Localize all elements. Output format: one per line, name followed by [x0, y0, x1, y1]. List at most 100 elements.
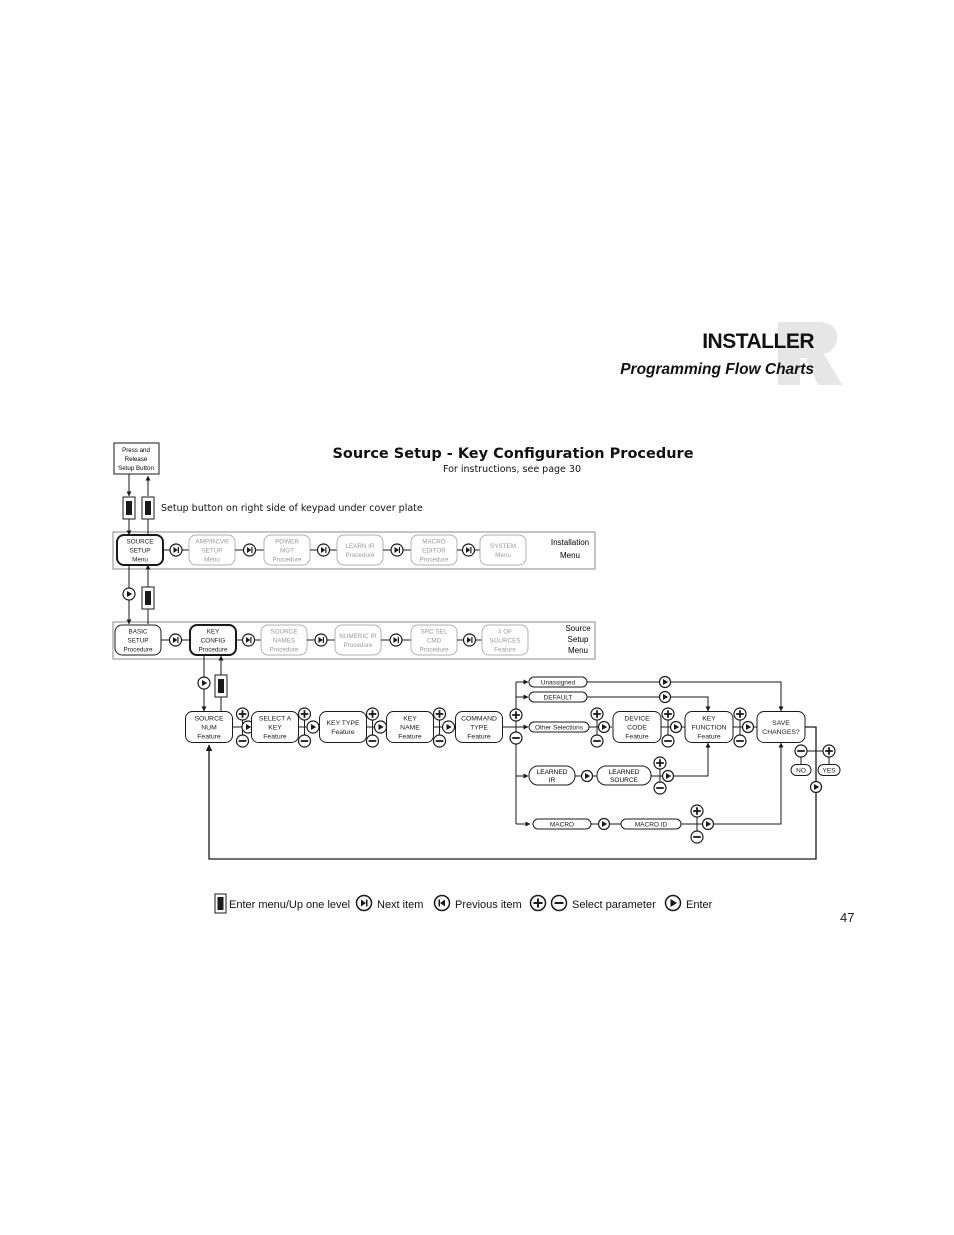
flow-box-label: Procedure — [343, 642, 373, 649]
next-item-icon — [169, 543, 183, 557]
flow-box-label: Procedure — [419, 556, 449, 563]
flow-box-label: Procedure — [269, 646, 299, 653]
legend-label: Select parameter — [572, 899, 656, 911]
menu-item-source: SOURCE SETUP Menu — [116, 534, 164, 566]
flow-box-label: Feature — [697, 733, 721, 740]
feature-source-num-feature: SOURCE NUM Feature — [185, 711, 233, 743]
option-label: LEARNED — [609, 769, 640, 776]
feature-device-code: DEVICE CODE Feature — [612, 711, 662, 743]
feature-key-function: KEY FUNCTION Feature — [684, 711, 734, 743]
option-default: DEFAULT — [528, 691, 588, 703]
plus-icon — [365, 707, 380, 721]
no-option: NO — [790, 764, 812, 776]
flow-box-label: KEY — [403, 715, 417, 722]
flow-box-label: KEY — [268, 724, 282, 731]
next-item-icon — [390, 543, 404, 557]
flow-box-label: CHANGES? — [762, 729, 800, 736]
enter-icon — [597, 720, 611, 734]
enter-icon — [441, 720, 456, 734]
option-label: YES — [822, 767, 836, 774]
enter-icon — [658, 675, 672, 689]
menu-item-learn-ir: LEARN IR Procedure — [336, 534, 384, 566]
flow-box-label: CODE — [627, 724, 647, 731]
enter-icon — [597, 817, 611, 831]
source-setup-menu-label: Setup — [568, 635, 589, 644]
minus-icon — [690, 830, 704, 844]
option-learned-source: LEARNEDSOURCE — [596, 765, 652, 786]
next-item-icon — [355, 894, 373, 912]
flow-box-label: LEARN IR — [345, 543, 374, 550]
start-box-line: Press and — [122, 447, 150, 454]
legend-label: Next item — [377, 899, 423, 911]
minus-icon — [509, 731, 523, 745]
option-label: LEARNED — [537, 769, 568, 776]
source-setup-menu-label: Source — [565, 624, 591, 633]
minus-icon — [432, 734, 447, 748]
flow-box-label: NUM — [201, 724, 217, 731]
flow-box-label: Feature — [398, 733, 422, 740]
flow-box-label: Procedure — [272, 556, 302, 563]
flow-box-label: SRC SEL — [421, 628, 448, 635]
flow-box-label: Menu — [204, 556, 220, 563]
flow-box-label: MACRO — [422, 538, 446, 545]
menu-item-basic: BASIC SETUP Procedure — [114, 624, 162, 656]
flow-box-label: SETUP — [128, 637, 149, 644]
next-item-icon — [242, 543, 257, 557]
feature-command-type-feature: COMMAND TYPE Feature — [455, 711, 503, 743]
menu-item-source: SOURCE NAMES Procedure — [260, 624, 308, 656]
enter-icon — [669, 720, 683, 734]
menu-item-numeric-ir: NUMERIC IR Procedure — [334, 624, 382, 656]
flow-box-label: DEVICE — [624, 715, 650, 722]
enter-icon — [664, 894, 682, 912]
minus-icon — [590, 734, 604, 748]
source-setup-menu-label: Menu — [568, 646, 588, 655]
previous-item-icon — [433, 894, 451, 912]
setup-button-icon — [214, 893, 227, 914]
option-label: NO — [796, 767, 806, 774]
minus-icon — [661, 734, 675, 748]
setup-button-icon — [141, 586, 155, 610]
option-macro-id: MACRO ID — [620, 818, 682, 830]
menu-item-system: SYSTEM Menu — [479, 534, 527, 566]
minus-icon — [653, 781, 667, 795]
plus-icon — [590, 707, 604, 721]
next-item-icon — [316, 543, 331, 557]
minus-icon — [297, 734, 312, 748]
flow-box-label: NUMERIC IR — [339, 633, 377, 640]
setup-button-icon — [141, 496, 155, 520]
minus-icon — [550, 894, 568, 912]
next-item-icon — [241, 633, 256, 647]
flow-box-label: FUNCTION — [691, 724, 726, 731]
option-learned-ir: LEARNEDIR — [528, 765, 576, 786]
plus-icon — [733, 707, 747, 721]
next-item-icon — [314, 633, 328, 647]
legend: Enter menu/Up one level Next item Previo… — [214, 893, 713, 914]
next-item-icon — [461, 543, 476, 557]
legend-label: Previous item — [455, 899, 522, 911]
option-label: MACRO ID — [635, 821, 668, 828]
flow-box-label: Menu — [495, 552, 511, 559]
installation-menu-label: Installation — [551, 538, 589, 547]
connector-line — [587, 696, 711, 712]
flow-box-label: POWER — [275, 538, 299, 545]
enter-icon — [809, 780, 823, 794]
next-item-icon — [462, 633, 477, 647]
enter-icon — [306, 720, 320, 734]
flow-box-label: SETUP — [130, 547, 151, 554]
minus-icon — [365, 734, 380, 748]
flow-box-label: Feature — [263, 733, 287, 740]
option-unassigned: Unassigned — [528, 676, 588, 688]
next-item-icon — [389, 633, 403, 647]
menu-item-power: POWER MGT Procedure — [263, 534, 311, 566]
flow-box-label: KEY — [207, 628, 220, 635]
flow-box-label: SYSTEM — [490, 543, 516, 550]
flow-box-label: Feature — [197, 733, 221, 740]
flow-box-label: BASIC — [129, 628, 148, 635]
installation-menu-label: Menu — [560, 551, 580, 560]
flow-box-label: CONFIG — [201, 637, 226, 644]
diagram-subtitle: For instructions, see page 30 — [443, 464, 581, 475]
enter-icon — [197, 676, 211, 690]
flow-box-label: SOURCE — [271, 628, 298, 635]
setup-button-icon — [214, 674, 228, 698]
option-label: Other Selections — [535, 724, 584, 731]
